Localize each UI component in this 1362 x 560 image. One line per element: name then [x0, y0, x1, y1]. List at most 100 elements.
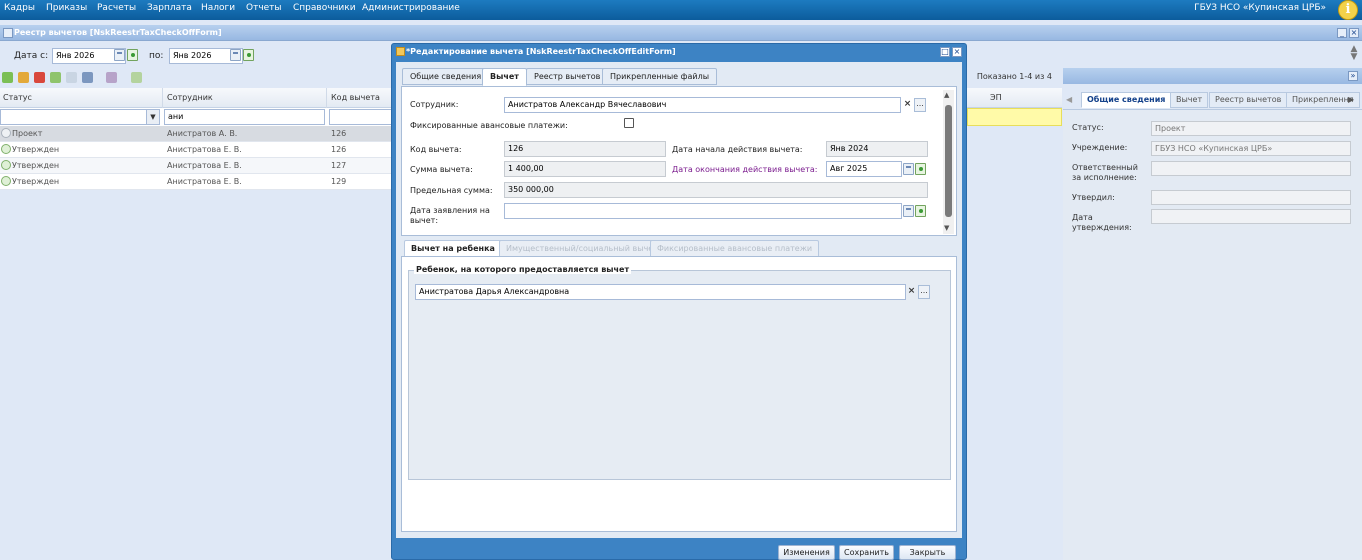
rp-responsible-label: Ответственный за исполнение: [1072, 163, 1138, 182]
settings-icon[interactable] [106, 72, 117, 83]
rp-status-value: Проект [1151, 121, 1351, 136]
menu-salary[interactable]: Зарплата [147, 3, 192, 13]
close-button[interactable]: Закрыть [899, 545, 956, 560]
menu-administration[interactable]: Администрирование [362, 3, 460, 13]
collapse-icon[interactable]: » [1348, 71, 1358, 81]
row-employee: Анистратов А. В. [167, 129, 238, 138]
sum-field[interactable]: 1 400,00 [504, 161, 666, 177]
rp-approve-date-value [1151, 209, 1351, 224]
dialog-header: *Редактирование вычета [NskReestrTaxChec… [392, 44, 966, 60]
menu-orders[interactable]: Приказы [46, 3, 87, 13]
table-row[interactable]: Проект Анистратов А. В. 126 [0, 126, 392, 142]
row-status: Утвержден [12, 177, 60, 186]
menu-reports[interactable]: Отчеты [246, 3, 282, 13]
close-icon[interactable]: × [1349, 28, 1359, 38]
calendar-icon[interactable] [114, 49, 125, 61]
info-icon[interactable]: i [1338, 0, 1358, 20]
tab-scroll-right-icon[interactable]: ▶ [1348, 92, 1360, 108]
add-icon[interactable] [2, 72, 13, 83]
unapprove-icon[interactable] [66, 72, 77, 83]
top-menu-bar: Кадры Приказы Расчеты Зарплата Налоги От… [0, 0, 1362, 20]
rp-tab-registry[interactable]: Реестр вычетов [1209, 92, 1288, 108]
scrollbar-thumb[interactable] [945, 105, 952, 217]
select-dots-icon[interactable]: ... [914, 98, 926, 112]
menu-kadry[interactable]: Кадры [4, 3, 35, 13]
ep-filter[interactable] [967, 108, 1062, 126]
tab-registry[interactable]: Реестр вычетов [526, 68, 609, 85]
clear-icon[interactable]: × [906, 284, 917, 298]
table-row[interactable]: Утвержден Анистратова Е. В. 129 [0, 174, 392, 190]
refresh-date-icon[interactable] [243, 49, 254, 61]
maximize-icon[interactable]: □ [940, 47, 950, 57]
rp-approver-value [1151, 190, 1351, 205]
rp-org-label: Учреждение: [1072, 143, 1128, 152]
draft-status-icon [1, 128, 11, 138]
application-date-field[interactable] [504, 203, 902, 219]
changes-button[interactable]: Изменения [778, 545, 835, 560]
minimize-icon[interactable]: _ [1337, 28, 1347, 38]
delete-icon[interactable] [34, 72, 45, 83]
column-employee[interactable]: Сотрудник [167, 93, 213, 102]
tab-scroll-left-icon[interactable]: ◀ [1066, 92, 1078, 108]
dialog-title: *Редактирование вычета [NskReestrTaxChec… [406, 47, 676, 56]
end-date-field[interactable]: Авг 2025 [826, 161, 902, 177]
employee-filter-input[interactable]: ани [164, 109, 325, 125]
child-legend: Ребенок, на которого предоставляется выч… [414, 265, 632, 274]
fixed-advance-checkbox[interactable] [624, 118, 634, 128]
tab-deduction[interactable]: Вычет [482, 68, 527, 86]
row-code: 126 [331, 129, 347, 138]
child-field[interactable]: Анистратова Дарья Александровна [415, 284, 906, 300]
approved-status-icon [1, 160, 11, 170]
dialog-close-icon[interactable]: × [952, 47, 962, 57]
calendar-icon[interactable] [230, 49, 241, 61]
child-fieldset [408, 270, 951, 480]
table-row[interactable]: Утвержден Анистратова Е. В. 126 [0, 142, 392, 158]
table-row[interactable]: Утвержден Анистратова Е. В. 127 [0, 158, 392, 174]
status-filter-select[interactable] [0, 109, 160, 125]
date-picker-green-icon[interactable] [915, 163, 926, 175]
limit-label: Предельная сумма: [410, 186, 493, 195]
refresh-icon[interactable] [131, 72, 142, 83]
rp-tab-general[interactable]: Общие сведения [1081, 92, 1172, 108]
grid-header-right: ЭП [967, 88, 1062, 108]
organization-name: ГБУЗ НСО «Купинская ЦРБ» [1194, 3, 1326, 13]
employee-field[interactable]: Анистратов Александр Вячеславович [504, 97, 901, 113]
column-code[interactable]: Код вычета [331, 93, 380, 102]
sum-label: Сумма вычета: [410, 165, 473, 174]
end-date-label: Дата окончания действия вычета: [672, 165, 818, 174]
date-from-label: Дата с: [14, 51, 49, 61]
scroll-up-icon[interactable]: ▲ [944, 91, 949, 99]
print-icon[interactable] [82, 72, 93, 83]
menu-taxes[interactable]: Налоги [201, 3, 235, 13]
menu-calculations[interactable]: Расчеты [97, 3, 136, 13]
clear-icon[interactable]: × [902, 97, 913, 111]
fixed-advance-label: Фиксированные авансовые платежи: [410, 121, 568, 130]
chevron-down-icon[interactable]: ▼ [146, 110, 159, 124]
calendar-icon[interactable] [903, 205, 914, 217]
tab-general[interactable]: Общие сведения [402, 68, 490, 85]
date-to-label: по: [149, 51, 164, 61]
column-status[interactable]: Статус [3, 93, 32, 102]
column-ep[interactable]: ЭП [990, 93, 1002, 102]
select-dots-icon[interactable]: ... [918, 285, 930, 299]
start-date-field[interactable]: Янв 2024 [826, 141, 928, 157]
date-picker-green-icon[interactable] [915, 205, 926, 217]
rp-approve-date-label: Дата утверждения: [1072, 213, 1132, 232]
rp-tab-deduction[interactable]: Вычет [1170, 92, 1209, 108]
code-field[interactable]: 126 [504, 141, 666, 157]
menu-references[interactable]: Справочники [293, 3, 356, 13]
limit-field[interactable]: 350 000,00 [504, 182, 928, 198]
row-status: Утвержден [12, 145, 60, 154]
edit-icon[interactable] [18, 72, 29, 83]
tab-child-deduction[interactable]: Вычет на ребенка [404, 240, 502, 257]
code-filter-input[interactable] [329, 109, 392, 125]
panel-icon [3, 28, 13, 38]
save-button[interactable]: Сохранить [839, 545, 894, 560]
scroll-down-icon[interactable]: ▼ [944, 224, 949, 232]
calendar-icon[interactable] [903, 163, 914, 175]
refresh-date-icon[interactable] [127, 49, 138, 61]
tab-fixed-advance: Фиксированные авансовые платежи [650, 240, 820, 257]
scroll-arrows-icon[interactable]: ▲ ▼ [1349, 45, 1359, 63]
tab-attached-files[interactable]: Прикрепленные файлы [602, 68, 718, 85]
approve-icon[interactable] [50, 72, 61, 83]
